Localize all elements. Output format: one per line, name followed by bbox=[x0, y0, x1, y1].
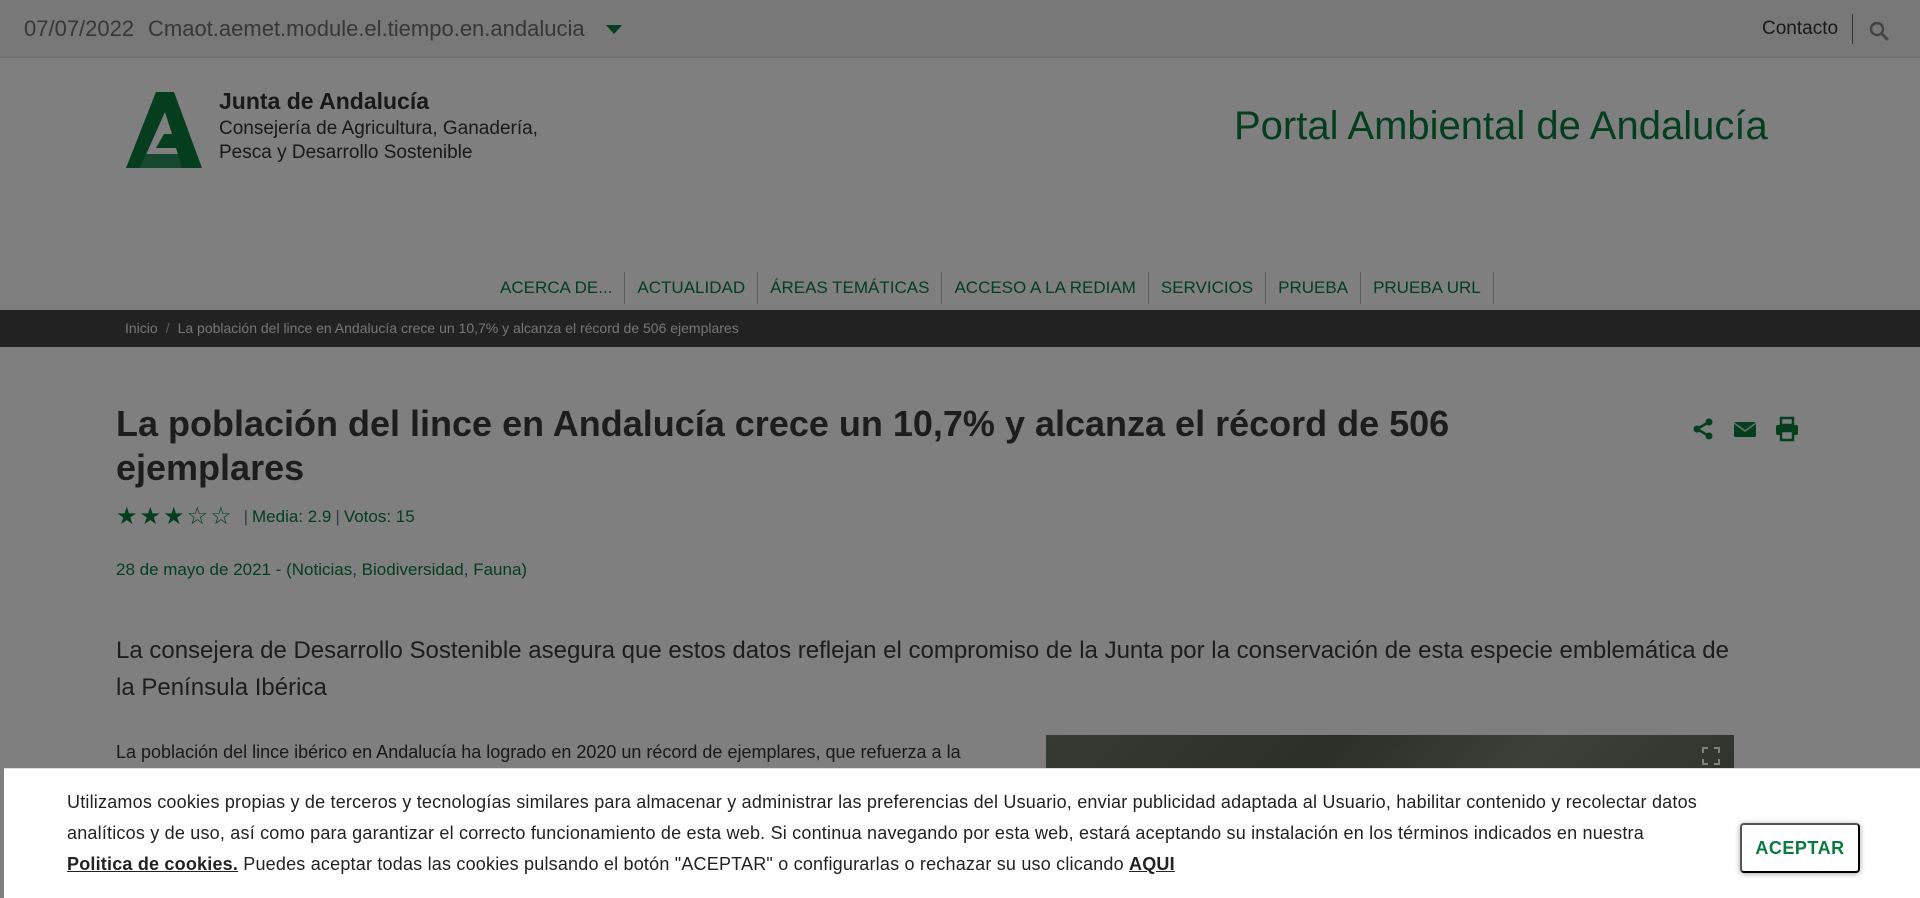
cookie-text-part-2: Puedes aceptar todas las cookies pulsand… bbox=[238, 854, 1129, 874]
accept-cookies-button[interactable]: ACEPTAR bbox=[1740, 823, 1860, 873]
cookie-banner: Utilizamos cookies propias y de terceros… bbox=[4, 768, 1920, 898]
cookie-message: Utilizamos cookies propias y de terceros… bbox=[67, 787, 1707, 880]
cookie-text-part-1: Utilizamos cookies propias y de terceros… bbox=[67, 792, 1697, 843]
modal-overlay bbox=[0, 0, 1920, 898]
cookie-configure-link[interactable]: AQUI bbox=[1129, 854, 1175, 874]
cookie-policy-link[interactable]: Politica de cookies. bbox=[67, 854, 238, 874]
